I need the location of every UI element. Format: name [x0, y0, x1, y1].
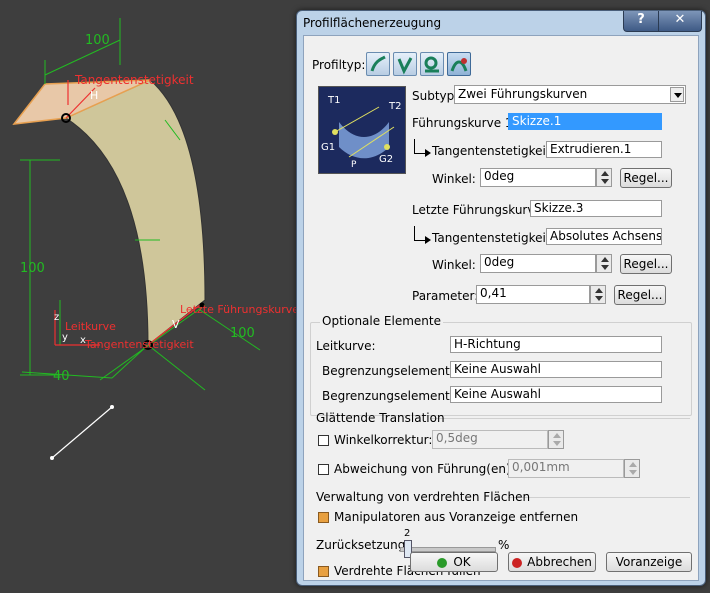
profiltyp-circle-icon[interactable] [420, 52, 444, 76]
stray-line [51, 406, 113, 459]
begrenzung2-field[interactable]: Keine Auswahl [450, 386, 662, 403]
regel2-button[interactable]: Regel... [620, 254, 672, 274]
v-label: V [172, 318, 180, 331]
tangent1-label: Tangentenstetigkeit: [432, 144, 555, 158]
leitkurve-label: Leitkurve [65, 320, 116, 333]
voranzeige-button[interactable]: Voranzeige [606, 552, 692, 572]
leitkurve-label: Leitkurve: [316, 339, 376, 353]
fuehrung1-field[interactable]: Skizze.1 [508, 113, 662, 130]
abweichung-spinner[interactable] [624, 459, 640, 478]
winkel1-label: Winkel: [432, 172, 476, 186]
cancel-icon [512, 557, 523, 568]
winkel2-field[interactable]: 0deg [480, 254, 596, 273]
letzte-field[interactable]: Skizze.3 [530, 200, 662, 217]
axis-x-label: x [80, 335, 86, 346]
begrenzung1-field[interactable]: Keine Auswahl [450, 361, 662, 378]
glaettend-title: Glättende Translation [316, 411, 445, 425]
zuruecksetzung-label: Zurücksetzung [316, 538, 406, 552]
letzte-label: Letzte Führungskurve [180, 303, 299, 316]
winkelkorrektur-label: Winkelkorrektur: [334, 433, 433, 447]
letzte-label: Letzte Führungskurve: [412, 203, 546, 217]
winkel2-label: Winkel: [432, 258, 476, 272]
winkel2-spinner[interactable] [596, 254, 612, 273]
separator [508, 497, 690, 498]
dim-left-label: 100 [20, 261, 45, 276]
dim-top-label: 100 [85, 33, 110, 48]
ok-icon [437, 557, 448, 568]
subtyp-label: Subtyp: [412, 89, 459, 103]
slider-value: 2 [404, 528, 411, 539]
tangent2-label: Tangentenstetigkeit: [432, 231, 555, 245]
axis-y-label: y [62, 332, 68, 343]
tangent-arrow-icon [414, 139, 431, 157]
separator [430, 418, 690, 419]
subtyp-select[interactable]: Zwei Führungskurven [454, 85, 686, 104]
verdrehte-checkbox[interactable] [318, 566, 329, 577]
abbrechen-button[interactable]: Abbrechen [508, 552, 596, 572]
ok-button[interactable]: OK [410, 552, 498, 572]
profiltyp-conic-icon[interactable] [447, 52, 471, 76]
svg-text:P: P [351, 160, 357, 170]
dim-bottom-left-label: 40 [53, 369, 70, 384]
svg-text:G1: G1 [321, 142, 335, 153]
close-button[interactable]: ✕ [658, 11, 702, 32]
parameter-spinner[interactable] [590, 285, 606, 304]
tangent2-field[interactable]: Absolutes Achsensyst [546, 228, 662, 245]
leitkurve-field[interactable]: H-Richtung [450, 336, 662, 353]
begrenzung2-label: Begrenzungselement 2: [322, 389, 466, 403]
winkelkorrektur-checkbox[interactable] [318, 435, 329, 446]
abweichung-label: Abweichung von Führung(en): [334, 462, 515, 476]
help-button[interactable]: ? [623, 11, 659, 32]
dialog-title: Profilflächenerzeugung [303, 16, 442, 30]
percent-label: % [498, 538, 510, 552]
abweichung-field[interactable]: 0,001mm [508, 459, 624, 478]
regel1-button[interactable]: Regel... [620, 168, 672, 188]
h-top-label: H [90, 89, 98, 102]
abweichung-checkbox[interactable] [318, 464, 329, 475]
winkel1-spinner[interactable] [596, 168, 612, 187]
tangent-top-label: Tangentenstetigkeit [74, 73, 194, 87]
profiltyp-explicit-icon[interactable] [366, 52, 390, 76]
axis-z-label: z [54, 312, 59, 323]
tangent-bottom-label: Tangentenstetigkeit [84, 338, 194, 351]
svg-text:T2: T2 [388, 101, 401, 112]
winkel1-field[interactable]: 0deg [480, 168, 596, 187]
begrenzung1-label: Begrenzungselement 1: [322, 364, 466, 378]
manipulatoren-checkbox[interactable] [318, 512, 329, 523]
fuehrung1-label: Führungskurve 1: [412, 116, 517, 130]
subtype-preview-image: T1 T2 G1 G2 P [318, 86, 406, 174]
svg-text:T1: T1 [327, 95, 340, 106]
tangent-arrow-icon [414, 226, 431, 244]
dim-bottom-right-label: 100 [230, 326, 255, 341]
abbrechen-label: Abbrechen [527, 555, 592, 569]
winkelkorrektur-field[interactable]: 0,5deg [432, 430, 548, 449]
optional-title: Optionale Elemente [320, 314, 443, 328]
svg-text:G2: G2 [379, 154, 393, 165]
parameter-field[interactable]: 0,41 [476, 285, 590, 304]
verwaltung-title: Verwaltung von verdrehten Flächen [316, 490, 531, 504]
subtyp-value: Zwei Führungskurven [458, 87, 588, 101]
profiltyp-line-icon[interactable] [393, 52, 417, 76]
ok-label: OK [453, 555, 471, 569]
manipulatoren-label: Manipulatoren aus Voranzeige entfernen [334, 510, 579, 524]
tangent1-field[interactable]: Extrudieren.1 [546, 141, 662, 158]
profiltyp-label: Profiltyp: [312, 58, 366, 72]
chevron-down-icon[interactable] [670, 87, 684, 102]
winkelkorrektur-spinner[interactable] [548, 430, 564, 449]
parameter-label: Parameter: [412, 289, 479, 303]
sweep-dialog[interactable]: Profilflächenerzeugung ? ✕ Profiltyp: T1 [296, 10, 706, 586]
dialog-client: Profiltyp: T1 T2 G1 G2 P Subtyp: Zwei Fü… [303, 35, 699, 581]
regel3-button[interactable]: Regel... [614, 285, 666, 305]
